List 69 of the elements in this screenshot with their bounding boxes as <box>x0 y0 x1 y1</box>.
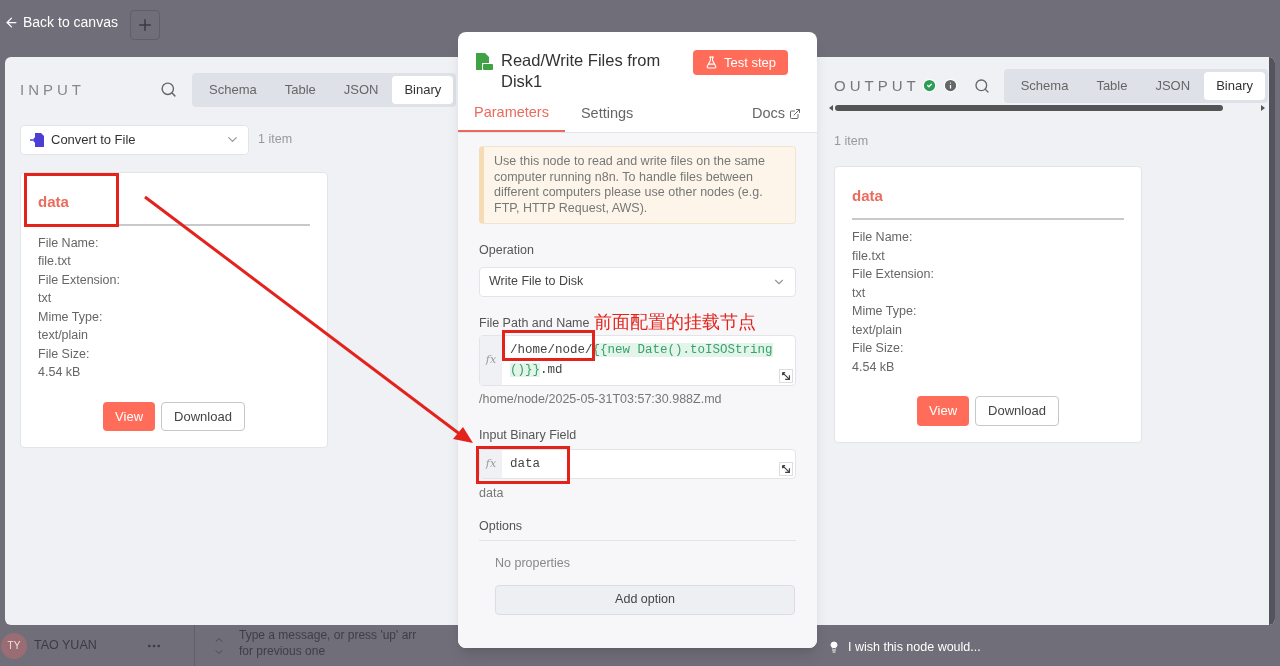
field-label: Mime Type: <box>38 308 104 326</box>
panel-tab[interactable]: Settings <box>564 103 650 132</box>
expand-icon[interactable] <box>779 368 793 383</box>
user-avatar: TY <box>1 632 27 659</box>
search-icon[interactable] <box>160 81 177 99</box>
field-value: file.txt <box>38 253 72 270</box>
lightbulb-icon <box>828 641 840 653</box>
binary-key: data <box>852 187 883 205</box>
field-value: txt <box>38 290 53 307</box>
node-title: Read/Write Files from Disk1 <box>501 50 662 92</box>
view-tab[interactable]: Table <box>270 76 330 104</box>
file-node-icon <box>29 131 45 148</box>
info-icon[interactable] <box>942 78 958 94</box>
field-value: txt <box>852 284 867 302</box>
path-prefix: /home/node/ <box>510 342 593 357</box>
view-tab[interactable]: Binary <box>392 76 454 104</box>
field-label: File Name: <box>852 229 914 247</box>
field-label: Operation <box>479 242 535 259</box>
field-value: 4.54 kB <box>852 358 896 376</box>
expression-marker: fx <box>480 450 502 479</box>
download-button[interactable]: Download <box>975 396 1059 426</box>
flask-icon <box>704 56 718 69</box>
annotation-text: 前面配置的挂载节点 <box>594 310 757 333</box>
field-label: Input Binary Field <box>479 426 578 444</box>
view-tab[interactable]: Table <box>1082 72 1142 100</box>
resolved-value: data <box>479 485 505 503</box>
add-option-button[interactable]: Add option <box>495 584 795 615</box>
field-label: File Name: <box>38 234 100 252</box>
field-label: Mime Type: <box>852 303 918 321</box>
field-label: File Size: <box>38 345 91 363</box>
operation-select[interactable]: Write File to Disk <box>479 266 796 297</box>
expression-marker: fx <box>480 335 502 385</box>
field-value: 4.54 kB <box>38 364 82 381</box>
docs-link[interactable]: Docs <box>751 103 801 132</box>
expand-icon[interactable] <box>779 462 793 477</box>
search-icon[interactable] <box>973 77 990 94</box>
view-tab[interactable]: JSON <box>1141 72 1205 100</box>
path-suffix: .md <box>540 362 563 377</box>
node-select[interactable]: Convert to File <box>20 124 249 155</box>
success-check-icon <box>921 78 937 94</box>
test-step-button[interactable]: Test step <box>692 50 788 75</box>
view-button[interactable]: View <box>917 396 970 426</box>
view-tab[interactable]: Binary <box>1204 72 1265 100</box>
file-node-icon <box>474 52 494 72</box>
view-tab[interactable]: JSON <box>329 76 393 104</box>
feedback-link[interactable]: I wish this node would... <box>848 637 981 657</box>
empty-message: No properties <box>495 554 572 572</box>
field-label: File Path and Name <box>479 315 590 332</box>
resolved-value: /home/node/2025-05-31T03:57:30.988Z.md <box>479 390 723 408</box>
field-label: File Extension: <box>852 266 935 284</box>
field-value: text/plain <box>38 327 90 344</box>
field-value: file.txt <box>852 247 886 265</box>
field-label: File Extension: <box>38 271 121 289</box>
item-count: 1 item <box>834 132 870 150</box>
output-title: OUTPUT <box>834 75 920 96</box>
view-tab[interactable]: Schema <box>195 76 271 104</box>
back-to-canvas-link[interactable]: Back to canvas <box>4 12 118 33</box>
field-label: File Size: <box>852 340 905 358</box>
field-value: data <box>509 455 540 473</box>
input-title: INPUT <box>20 79 86 100</box>
external-link-icon <box>789 108 801 121</box>
item-count: 1 item <box>258 131 293 149</box>
download-button[interactable]: Download <box>161 401 245 431</box>
view-button[interactable]: View <box>103 401 156 431</box>
section-title: Options <box>479 517 796 541</box>
info-notice: Use this node to read and write files on the same computer running n8n. To handle files between different computers please use other nodes (e.g. FTP, HTTP Request, AWS). <box>479 146 796 224</box>
binary-key: data <box>38 192 69 210</box>
view-tab[interactable]: Schema <box>1006 72 1083 100</box>
field-value: text/plain <box>852 321 904 339</box>
